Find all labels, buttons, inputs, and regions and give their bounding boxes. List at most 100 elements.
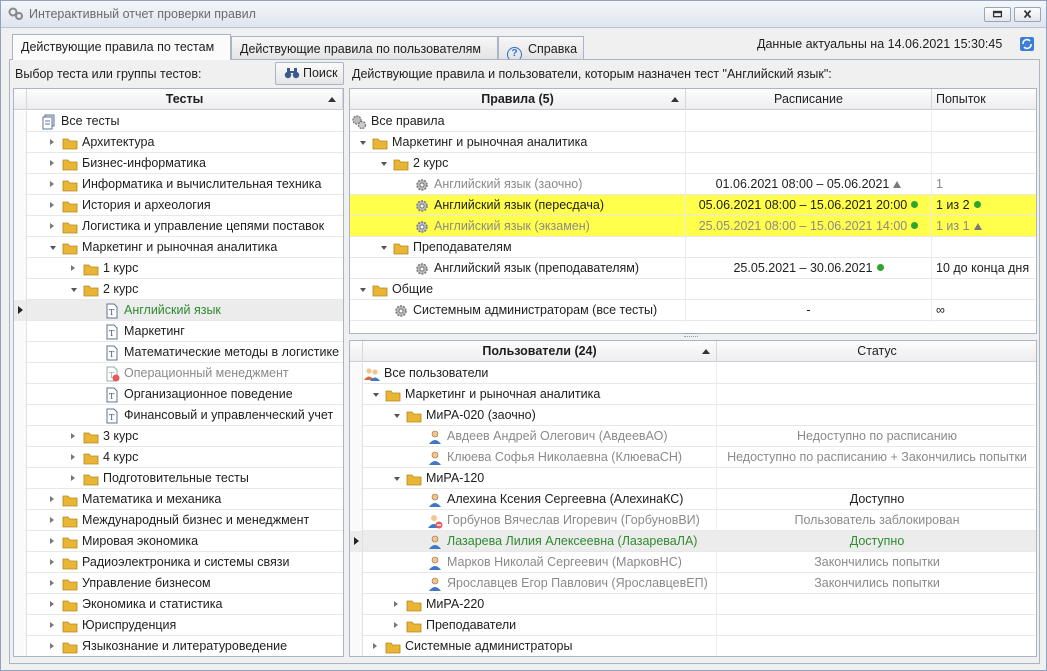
tests-column-header[interactable]: Тесты: [27, 89, 343, 110]
users-column-header[interactable]: Пользователи (24): [363, 341, 717, 362]
collapse-arrow-icon[interactable]: [360, 288, 366, 292]
expand-arrow-icon[interactable]: [50, 202, 54, 208]
tree-group-row[interactable]: Маркетинг и рыночная аналитика: [14, 237, 343, 258]
tree-group-row[interactable]: Языкознание и литературоведение: [14, 636, 343, 656]
user-row[interactable]: Горбунов Вячеслав Игоревич (ГорбуновВИ) П…: [350, 510, 1036, 531]
rules-column-header[interactable]: Правила (5): [350, 89, 686, 110]
expand-arrow-icon[interactable]: [50, 160, 54, 166]
rule-row[interactable]: 2 курс: [350, 153, 1036, 174]
tab-rules-by-tests[interactable]: Действующие правила по тестам: [12, 34, 231, 60]
collapse-arrow-icon[interactable]: [381, 246, 387, 250]
expand-arrow-icon[interactable]: [50, 139, 54, 145]
tab-help[interactable]: ? Справка: [498, 36, 584, 62]
user-group-row[interactable]: Преподаватели: [350, 615, 1036, 636]
tree-group-row[interactable]: 3 курс: [14, 426, 343, 447]
tree-group-row[interactable]: Информатика и вычислительная техника: [14, 174, 343, 195]
user-row[interactable]: Лазарева Лилия Алексеевна (ЛазареваЛА) До…: [350, 531, 1036, 552]
user-row[interactable]: Ярославцев Егор Павлович (ЯрославцевЕП) З…: [350, 573, 1036, 594]
collapse-arrow-icon[interactable]: [373, 393, 379, 397]
status-column-header[interactable]: Статус: [717, 341, 1036, 362]
rules-grid[interactable]: Правила (5) Расписание Попыток Все прави…: [349, 88, 1037, 334]
expand-arrow-icon[interactable]: [50, 538, 54, 544]
expand-arrow-icon[interactable]: [50, 601, 54, 607]
rule-row[interactable]: Английский язык (преподавателям) 25.05.20…: [350, 258, 1036, 279]
tree-cell: Все тесты: [27, 111, 343, 132]
restore-button[interactable]: [984, 7, 1011, 22]
rule-row[interactable]: Общие: [350, 279, 1036, 300]
tree-group-row[interactable]: Юриспруденция: [14, 615, 343, 636]
rule-row[interactable]: Английский язык (пересдача) 05.06.2021 08…: [350, 195, 1036, 216]
user-row[interactable]: Авдеев Андрей Олегович (АвдеевАО) Недосту…: [350, 426, 1036, 447]
expand-arrow-icon[interactable]: [50, 496, 54, 502]
tree-test-row[interactable]: T Математические методы в логистике: [14, 342, 343, 363]
tree-group-row[interactable]: Подготовительные тесты: [14, 468, 343, 489]
user-group-row[interactable]: МиРА-220: [350, 594, 1036, 615]
rule-row[interactable]: Английский язык (заочно) 01.06.2021 08:00…: [350, 174, 1036, 195]
tab-rules-by-users[interactable]: Действующие правила по пользователям: [231, 36, 498, 59]
expand-arrow-icon[interactable]: [71, 433, 75, 439]
tree-group-row[interactable]: Международный бизнес и менеджмент: [14, 510, 343, 531]
tree-group-row[interactable]: История и археология: [14, 195, 343, 216]
user-group-row[interactable]: Системные администраторы: [350, 636, 1036, 656]
expand-arrow-icon[interactable]: [394, 622, 398, 628]
expand-arrow-icon[interactable]: [50, 559, 54, 565]
tree-test-row[interactable]: Все тесты: [14, 111, 343, 132]
collapse-arrow-icon[interactable]: [50, 246, 56, 250]
user-row[interactable]: Марков Николай Сергеевич (МарковНС) Закон…: [350, 552, 1036, 573]
expand-arrow-icon[interactable]: [71, 475, 75, 481]
refresh-icon[interactable]: [1019, 36, 1035, 52]
user-group-row[interactable]: МиРА-120: [350, 468, 1036, 489]
schedule-cell: 25.05.2021 – 30.06.2021: [686, 258, 932, 279]
close-button[interactable]: [1014, 7, 1041, 22]
expand-arrow-icon[interactable]: [71, 454, 75, 460]
collapse-arrow-icon[interactable]: [71, 288, 77, 292]
tree-group-row[interactable]: Мировая экономика: [14, 531, 343, 552]
tree-group-row[interactable]: Логистика и управление цепями поставок: [14, 216, 343, 237]
expand-arrow-icon[interactable]: [50, 181, 54, 187]
tree-group-row[interactable]: Экономика и статистика: [14, 594, 343, 615]
collapse-arrow-icon[interactable]: [394, 477, 400, 481]
tree-group-row[interactable]: Бизнес-информатика: [14, 153, 343, 174]
expand-arrow-icon[interactable]: [373, 643, 377, 649]
tests-tree[interactable]: Тесты Все тесты Архитектура Бизнес-информа…: [13, 88, 344, 657]
user-row[interactable]: Алехина Ксения Сергеевна (АлехинаКС) Дост…: [350, 489, 1036, 510]
expand-arrow-icon[interactable]: [50, 643, 54, 649]
tree-test-row[interactable]: T Операционный менеджмент: [14, 363, 343, 384]
user-group-row[interactable]: МиРА-020 (заочно): [350, 405, 1036, 426]
users-grid[interactable]: Пользователи (24) Статус Все пользовател…: [349, 340, 1037, 657]
tree-test-row[interactable]: T Английский язык: [14, 300, 343, 321]
schedule-column-header[interactable]: Расписание: [686, 89, 932, 110]
tree-node-label: Горбунов Вячеслав Игоревич (ГорбуновВИ): [447, 513, 700, 527]
rule-row[interactable]: Маркетинг и рыночная аналитика: [350, 132, 1036, 153]
search-button[interactable]: Поиск: [275, 62, 344, 85]
expand-arrow-icon[interactable]: [394, 601, 398, 607]
tree-group-row[interactable]: 1 курс: [14, 258, 343, 279]
panel-splitter[interactable]: [684, 333, 698, 337]
tree-test-row[interactable]: T Маркетинг: [14, 321, 343, 342]
tree-group-row[interactable]: 2 курс: [14, 279, 343, 300]
tree-group-row[interactable]: Архитектура: [14, 132, 343, 153]
expand-arrow-icon[interactable]: [50, 622, 54, 628]
tree-test-row[interactable]: T Организационное поведение: [14, 384, 343, 405]
rule-row[interactable]: Английский язык (экзамен) 25.05.2021 08:0…: [350, 216, 1036, 237]
expand-arrow-icon[interactable]: [50, 517, 54, 523]
rule-row[interactable]: Все правила: [350, 111, 1036, 132]
expand-arrow-icon[interactable]: [71, 265, 75, 271]
tree-test-row[interactable]: T Финансовый и управленческий учет: [14, 405, 343, 426]
user-row[interactable]: Клюева Софья Николаевна (КлюеваСН) Недост…: [350, 447, 1036, 468]
collapse-arrow-icon[interactable]: [360, 141, 366, 145]
attempts-column-header[interactable]: Попыток: [932, 89, 1036, 110]
tree-group-row[interactable]: Управление бизнесом: [14, 573, 343, 594]
user-group-row[interactable]: Все пользователи: [350, 363, 1036, 384]
rule-row[interactable]: Системным администраторам (все тесты) - ∞: [350, 300, 1036, 321]
collapse-arrow-icon[interactable]: [381, 162, 387, 166]
tree-group-row[interactable]: Радиоэлектроника и системы связи: [14, 552, 343, 573]
tree-group-row[interactable]: Математика и механика: [14, 489, 343, 510]
expand-arrow-icon[interactable]: [50, 223, 54, 229]
rule-row[interactable]: Преподавателям: [350, 237, 1036, 258]
schedule-cell: [686, 237, 932, 258]
user-group-row[interactable]: Маркетинг и рыночная аналитика: [350, 384, 1036, 405]
collapse-arrow-icon[interactable]: [394, 414, 400, 418]
tree-group-row[interactable]: 4 курс: [14, 447, 343, 468]
expand-arrow-icon[interactable]: [50, 580, 54, 586]
